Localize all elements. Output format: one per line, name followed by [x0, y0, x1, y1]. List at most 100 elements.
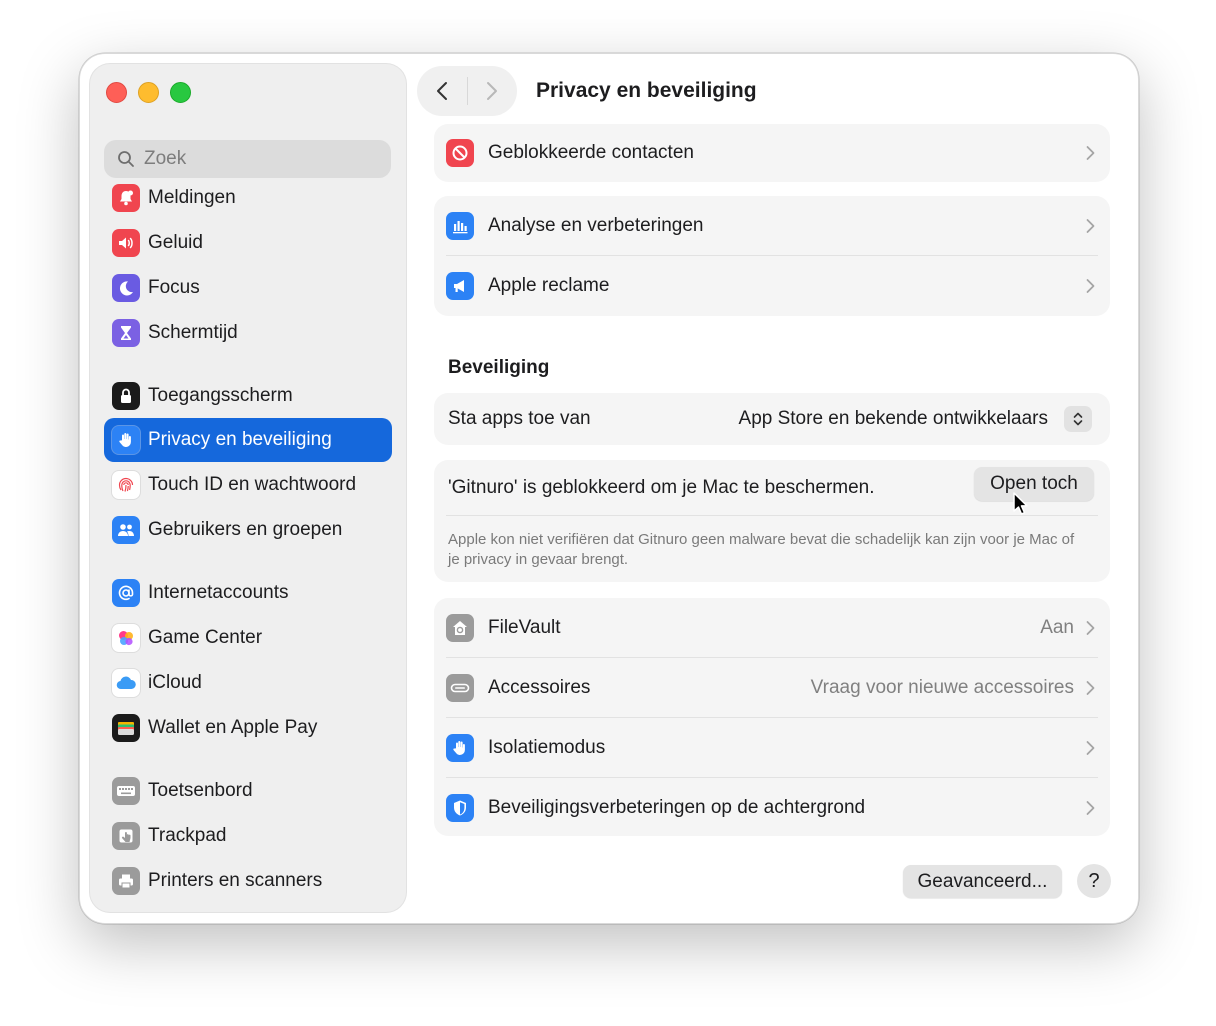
sidebar-item-privacy-en-beveiliging[interactable]: Privacy en beveiliging	[104, 418, 392, 462]
row-value: Vraag voor nieuwe accessoires	[810, 677, 1074, 698]
moon-icon	[112, 274, 140, 302]
sidebar: Meldingen Geluid Focus Schermtijd	[90, 64, 406, 912]
sidebar-item-label: Toegangsscherm	[148, 385, 293, 406]
sidebar-item-internetaccounts[interactable]: Internetaccounts	[104, 571, 392, 615]
search-field[interactable]	[104, 140, 391, 178]
filevault-row[interactable]: FileVault Aan	[434, 598, 1110, 658]
sidebar-item-label: Privacy en beveiliging	[148, 429, 332, 450]
blocked-icon	[446, 139, 474, 167]
sidebar-item-label: Printers en scanners	[148, 870, 323, 891]
chevron-right-icon	[1086, 219, 1095, 233]
chevron-right-icon	[1086, 279, 1095, 293]
keyboard-icon	[112, 777, 140, 805]
background-security-row[interactable]: Beveiligingsverbeteringen op de achtergr…	[434, 778, 1110, 838]
lockdown-row[interactable]: Isolatiemodus	[434, 718, 1110, 778]
blocked-contacts-row[interactable]: Geblokkeerde contacten	[434, 124, 1110, 182]
forward-button[interactable]	[467, 66, 517, 116]
row-value: Aan	[1040, 617, 1074, 638]
analytics-card: Analyse en verbeteringen Apple reclame	[434, 196, 1110, 316]
megaphone-icon	[446, 272, 474, 300]
row-label: Analyse en verbeteringen	[488, 215, 704, 236]
navigation-buttons	[417, 66, 517, 116]
analytics-icon	[446, 212, 474, 240]
sidebar-item-printers-en-scanners[interactable]: Printers en scanners	[104, 859, 392, 903]
blocked-app-detail: Apple kon niet verifiëren dat Gitnuro ge…	[448, 531, 1075, 568]
close-window-button[interactable]	[106, 82, 127, 103]
sidebar-item-label: iCloud	[148, 672, 202, 693]
zoom-window-button[interactable]	[170, 82, 191, 103]
sidebar-item-label: Internetaccounts	[148, 582, 289, 603]
sidebar-item-label: Trackpad	[148, 825, 227, 846]
hand-icon	[112, 426, 140, 454]
open-anyway-button[interactable]: Open toch	[974, 467, 1094, 501]
sidebar-item-touch-id[interactable]: Touch ID en wachtwoord	[104, 463, 392, 507]
row-label: Geblokkeerde contacten	[488, 142, 694, 163]
blocked-app-card: 'Gitnuro' is geblokkeerd om je Mac te be…	[434, 460, 1110, 582]
chevron-right-icon	[1086, 146, 1095, 160]
sidebar-item-meldingen[interactable]: Meldingen	[104, 176, 392, 220]
fingerprint-icon	[112, 471, 140, 499]
chevron-right-icon	[487, 82, 498, 100]
game-center-icon	[112, 624, 140, 652]
speaker-icon	[112, 229, 140, 257]
search-icon	[118, 151, 134, 167]
back-button[interactable]	[417, 66, 467, 116]
sidebar-item-label: Meldingen	[148, 187, 236, 208]
settings-window: Meldingen Geluid Focus Schermtijd	[79, 53, 1139, 924]
row-label: Beveiligingsverbeteringen op de achtergr…	[488, 797, 866, 818]
trackpad-icon	[112, 822, 140, 850]
sidebar-item-icloud[interactable]: iCloud	[104, 661, 392, 705]
cloud-icon	[112, 669, 140, 697]
sidebar-item-label: Focus	[148, 277, 200, 298]
search-input[interactable]	[142, 147, 386, 171]
chevron-right-icon	[1086, 621, 1095, 635]
analytics-row[interactable]: Analyse en verbeteringen	[434, 196, 1110, 256]
chevron-right-icon	[1086, 801, 1095, 815]
row-separator	[446, 515, 1098, 516]
blocked-contacts-card: Geblokkeerde contacten	[434, 124, 1110, 182]
sidebar-item-gebruikers-en-groepen[interactable]: Gebruikers en groepen	[104, 508, 392, 552]
sidebar-item-focus[interactable]: Focus	[104, 266, 392, 310]
users-icon	[112, 516, 140, 544]
sidebar-item-label: Schermtijd	[148, 322, 238, 343]
at-icon	[112, 579, 140, 607]
allow-apps-value: App Store en bekende ontwikkelaars	[738, 408, 1048, 429]
sidebar-item-trackpad[interactable]: Trackpad	[104, 814, 392, 858]
chevron-left-icon	[436, 82, 447, 100]
allow-apps-card: Sta apps toe van App Store en bekende on…	[434, 393, 1110, 445]
sidebar-item-label: Toetsenbord	[148, 780, 253, 801]
sidebar-item-geluid[interactable]: Geluid	[104, 221, 392, 265]
row-label: Apple reclame	[488, 275, 610, 296]
sidebar-item-label: Touch ID en wachtwoord	[148, 474, 357, 495]
bell-icon	[112, 184, 140, 212]
row-label: FileVault	[488, 617, 561, 638]
sidebar-item-wallet[interactable]: Wallet en Apple Pay	[104, 706, 392, 750]
help-button[interactable]: ?	[1077, 864, 1111, 898]
section-title-security: Beveiliging	[448, 357, 550, 378]
select-stepper-icon	[1064, 406, 1092, 432]
hand-icon	[446, 734, 474, 762]
blocked-app-message: 'Gitnuro' is geblokkeerd om je Mac te be…	[448, 477, 875, 498]
allow-apps-row: Sta apps toe van App Store en bekende on…	[434, 393, 1110, 445]
wallet-icon	[112, 714, 140, 742]
apple-ads-row[interactable]: Apple reclame	[434, 256, 1110, 316]
shield-icon	[446, 794, 474, 822]
sidebar-item-toetsenbord[interactable]: Toetsenbord	[104, 769, 392, 813]
printer-icon	[112, 867, 140, 895]
minimize-window-button[interactable]	[138, 82, 159, 103]
mouse-cursor-icon	[1013, 492, 1028, 515]
chevron-right-icon	[1086, 741, 1095, 755]
filevault-icon	[446, 614, 474, 642]
sidebar-item-game-center[interactable]: Game Center	[104, 616, 392, 660]
advanced-button[interactable]: Geavanceerd...	[903, 865, 1062, 898]
hourglass-icon	[112, 319, 140, 347]
sidebar-item-label: Gebruikers en groepen	[148, 519, 343, 540]
allow-apps-select[interactable]: App Store en bekende ontwikkelaars	[739, 406, 1092, 432]
sidebar-item-toegangsscherm[interactable]: Toegangsscherm	[104, 374, 392, 418]
content-pane: Privacy en beveiliging Geblokkeerde cont…	[416, 54, 1138, 923]
accessories-row[interactable]: Accessoires Vraag voor nieuwe accessoire…	[434, 658, 1110, 718]
usb-c-icon	[446, 674, 474, 702]
row-label: Isolatiemodus	[488, 737, 606, 758]
sidebar-item-schermtijd[interactable]: Schermtijd	[104, 311, 392, 355]
lock-icon	[112, 382, 140, 410]
